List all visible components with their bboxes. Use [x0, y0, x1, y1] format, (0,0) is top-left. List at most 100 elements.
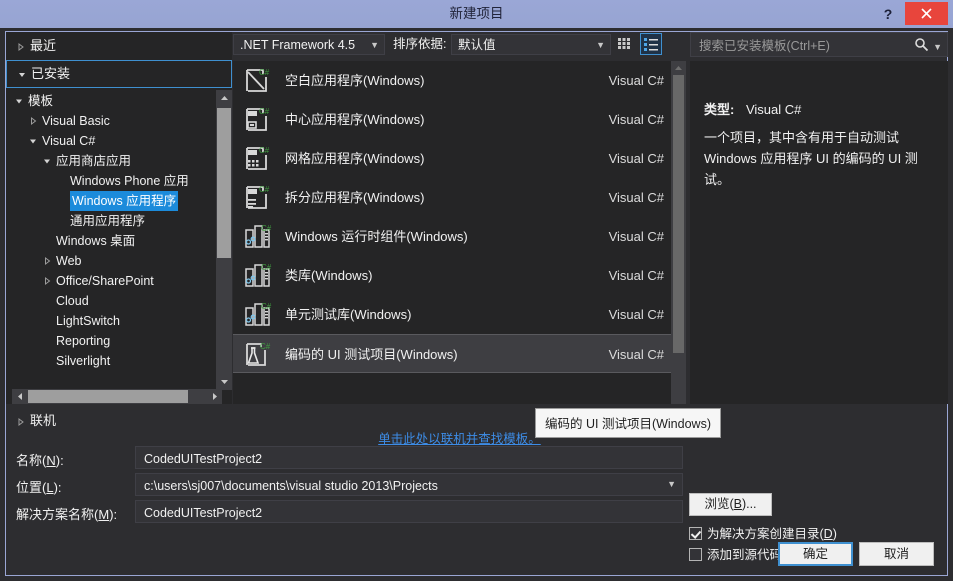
- chevron-down-icon: [42, 156, 52, 166]
- sidebar-item-online-label: 联机: [30, 413, 57, 428]
- close-button[interactable]: [905, 2, 948, 25]
- tree-item[interactable]: Web: [6, 250, 211, 270]
- template-name: 类库(Windows): [285, 268, 373, 283]
- sidebar-item-online[interactable]: 联机: [6, 408, 232, 434]
- chevron-right-icon: [42, 276, 52, 286]
- category-tree: 模板 Visual Basic Visual C# 应用商店应用 Windows Pho…: [6, 90, 211, 370]
- project-name-field[interactable]: [135, 446, 683, 470]
- project-name-input[interactable]: [142, 447, 662, 470]
- browse-button[interactable]: 浏览(B)...: [689, 493, 772, 516]
- template-list-item[interactable]: C# 单元测试库(Windows) Visual C#: [233, 295, 686, 334]
- description-type-label: 类型:: [704, 102, 735, 117]
- tree-item-label: Office/SharePoint: [56, 273, 154, 288]
- search-box[interactable]: ▼: [690, 32, 948, 58]
- search-icon[interactable]: [914, 37, 929, 55]
- svg-text:C#: C#: [259, 68, 270, 77]
- template-language: Visual C#: [608, 307, 664, 322]
- svg-text:C#: C#: [261, 302, 272, 311]
- page-title: 新建项目: [449, 6, 504, 21]
- scroll-up-button[interactable]: [216, 90, 232, 107]
- blank-app-icon: C#: [244, 67, 272, 94]
- description-panel: 类型: Visual C# 一个项目，其中含有用于自动测试 Windows 应用…: [690, 61, 948, 404]
- coded-ui-test-icon: C#: [244, 341, 272, 368]
- caret-up-icon: [220, 96, 228, 100]
- templates-toolbar: .NET Framework 4.5 ▼ 排序依据: 默认值 ▼: [233, 32, 686, 60]
- sort-by-dropdown[interactable]: 默认值 ▼: [451, 34, 611, 55]
- template-list-item[interactable]: C# 拆分应用程序(Windows) Visual C#: [233, 178, 686, 217]
- scrollbar-thumb[interactable]: [217, 108, 231, 258]
- template-language: Visual C#: [608, 268, 664, 283]
- cancel-button[interactable]: 取消: [859, 542, 934, 566]
- chevron-down-icon[interactable]: ▼: [933, 42, 942, 52]
- template-list-item[interactable]: C# 中心应用程序(Windows) Visual C#: [233, 100, 686, 139]
- sidebar-item-installed-label: 已安装: [31, 66, 71, 81]
- create-directory-checkbox[interactable]: 为解决方案创建目录(D): [689, 523, 837, 542]
- tree-item[interactable]: Reporting: [6, 330, 211, 350]
- tree-item-label: Silverlight: [56, 353, 111, 368]
- svg-text:C#: C#: [261, 263, 272, 272]
- tree-item[interactable]: Windows 桌面: [6, 230, 211, 250]
- template-name: 拆分应用程序(Windows): [285, 190, 425, 205]
- tree-item[interactable]: Cloud: [6, 290, 211, 310]
- scrollbar-thumb[interactable]: [673, 75, 684, 353]
- template-name: 中心应用程序(Windows): [285, 112, 425, 127]
- grid-view-button[interactable]: [615, 34, 635, 54]
- template-list-item[interactable]: C# 编码的 UI 测试项目(Windows) Visual C#: [233, 334, 686, 373]
- tree-item[interactable]: Visual Basic: [6, 110, 211, 130]
- ok-button[interactable]: 确定: [778, 542, 853, 566]
- hscrollbar-thumb[interactable]: [28, 390, 188, 403]
- sidebar-item-recent[interactable]: 最近: [6, 32, 232, 60]
- framework-version-value: .NET Framework 4.5: [240, 38, 356, 52]
- tree-item-label: 通用应用程序: [70, 213, 146, 228]
- chevron-down-icon: [28, 136, 38, 146]
- scroll-right-button[interactable]: [206, 389, 222, 404]
- template-name: Windows 运行时组件(Windows): [285, 229, 468, 244]
- tree-item[interactable]: 模板: [6, 90, 211, 110]
- tree-item[interactable]: Visual C#: [6, 130, 211, 150]
- scroll-down-button[interactable]: [216, 373, 232, 390]
- tree-item[interactable]: 应用商店应用: [6, 150, 211, 170]
- tree-item[interactable]: LightSwitch: [6, 310, 211, 330]
- template-language: Visual C#: [608, 347, 664, 362]
- list-view-button[interactable]: [640, 33, 662, 55]
- template-list-item[interactable]: C# 空白应用程序(Windows) Visual C#: [233, 61, 686, 100]
- sidebar-item-installed[interactable]: 已安装: [6, 60, 232, 88]
- create-directory-label: 为解决方案创建目录(D): [707, 527, 837, 541]
- template-list: C# 空白应用程序(Windows) Visual C# C# 中心应用程序(Windo…: [233, 61, 686, 404]
- template-list-item[interactable]: C# 类库(Windows) Visual C#: [233, 256, 686, 295]
- help-icon[interactable]: ?: [876, 2, 900, 26]
- solution-name-field[interactable]: [135, 500, 683, 524]
- chevron-down-icon[interactable]: ▼: [667, 474, 676, 495]
- category-panel: 最近 已安装 模板 Visual Basic Visual C# 应用商店应用 Wind…: [6, 32, 232, 404]
- framework-version-dropdown[interactable]: .NET Framework 4.5 ▼: [233, 34, 385, 55]
- category-tree-hscrollbar[interactable]: [12, 389, 222, 404]
- sort-by-value: 默认值: [458, 38, 496, 52]
- template-language: Visual C#: [608, 190, 664, 205]
- scroll-left-button[interactable]: [12, 389, 28, 404]
- tree-item[interactable]: Silverlight: [6, 350, 211, 370]
- caret-left-icon: [17, 393, 22, 400]
- search-input[interactable]: [697, 33, 901, 58]
- project-location-field[interactable]: ▼: [135, 473, 683, 497]
- template-list-item[interactable]: C# Windows 运行时组件(Windows) Visual C#: [233, 217, 686, 256]
- tree-item-label: Cloud: [56, 293, 89, 308]
- tree-item[interactable]: 通用应用程序: [6, 210, 211, 230]
- template-list-scrollbar[interactable]: [671, 61, 686, 404]
- caret-down-icon: [220, 380, 228, 384]
- grid-view-icon: [618, 38, 630, 49]
- project-location-input[interactable]: [142, 474, 662, 497]
- tree-item-label: Windows Phone 应用: [70, 173, 189, 188]
- tree-item[interactable]: Windows Phone 应用: [6, 170, 211, 190]
- tree-item[interactable]: Office/SharePoint: [6, 270, 211, 290]
- category-tree-scrollbar[interactable]: [216, 90, 232, 390]
- solution-name-label: 解决方案名称(M):: [16, 507, 118, 522]
- template-list-item[interactable]: C# 网格应用程序(Windows) Visual C#: [233, 139, 686, 178]
- tree-item[interactable]: Windows 应用程序: [6, 190, 211, 211]
- solution-name-input[interactable]: [142, 501, 662, 524]
- new-project-dialog: 新建项目 ? 最近 已安装 模板 Visual Basic Visual C# …: [0, 0, 953, 581]
